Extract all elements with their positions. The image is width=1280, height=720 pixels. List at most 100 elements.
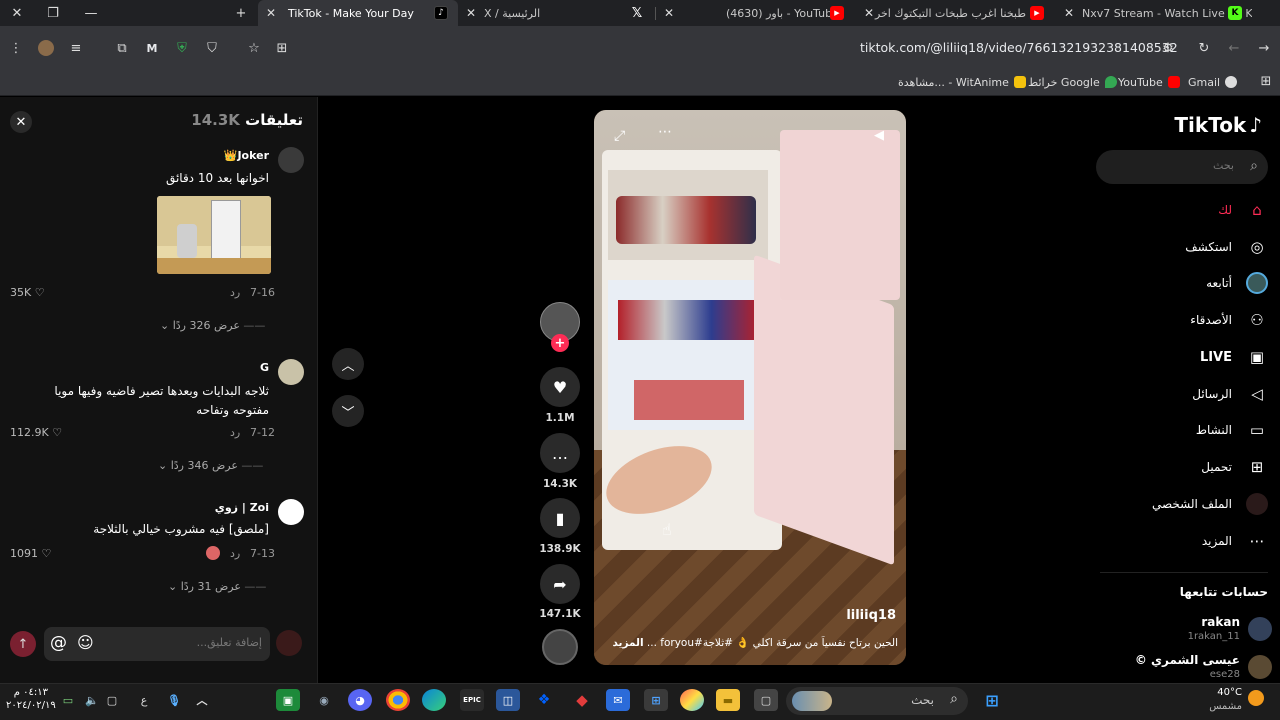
outlook-icon[interactable]: ◫ bbox=[496, 689, 520, 711]
avatar[interactable] bbox=[1248, 655, 1272, 679]
tray-chevron-icon[interactable]: ︿ bbox=[190, 689, 214, 711]
network-icon[interactable]: ▢ bbox=[100, 689, 124, 711]
extensions-icon[interactable]: ⧉ bbox=[112, 38, 132, 58]
comment-input-box[interactable]: @ ☺ إضافة تعليق... bbox=[44, 627, 270, 661]
comment-author[interactable]: Joker👑 bbox=[224, 149, 269, 162]
comment-like[interactable]: 112.9K ♡ bbox=[10, 426, 62, 439]
avatar[interactable] bbox=[1248, 617, 1272, 641]
tab-tiktok[interactable]: ✕ TikTok - Make Your Day ♪ bbox=[258, 0, 458, 26]
like-button[interactable]: ♥ bbox=[540, 367, 580, 407]
bookmark-witanime[interactable]: مشاهدة... - WitAnime bbox=[898, 73, 1026, 91]
app-diamond-icon[interactable]: ◆ bbox=[570, 689, 594, 711]
follow-plus-icon[interactable]: + bbox=[551, 334, 569, 352]
nav-messages[interactable]: ◁ الرسائل bbox=[1192, 382, 1268, 406]
next-video-button[interactable]: ﹀ bbox=[332, 395, 364, 427]
xbox-icon[interactable]: ▣ bbox=[276, 689, 300, 711]
nav-profile[interactable]: الملف الشخصي bbox=[1152, 492, 1268, 516]
post-comment-button[interactable]: ↑ bbox=[10, 631, 36, 657]
forward-icon[interactable]: → bbox=[1254, 38, 1274, 58]
close-tab-icon[interactable]: ✕ bbox=[466, 6, 476, 20]
reload-icon[interactable]: ↻ bbox=[1194, 38, 1214, 58]
nav-foryou[interactable]: ⌂ لك bbox=[1218, 198, 1268, 222]
microphone-icon[interactable]: 🎙 bbox=[162, 689, 186, 711]
epic-games-icon[interactable]: EPIC bbox=[460, 689, 484, 711]
language-indicator[interactable]: ع bbox=[132, 689, 156, 711]
task-view-icon[interactable]: ▢ bbox=[754, 689, 778, 711]
taskbar-search[interactable]: بحث ⌕ bbox=[786, 687, 968, 715]
playlist-icon[interactable]: ≡ bbox=[66, 38, 86, 58]
translate-icon[interactable]: ⊞ bbox=[272, 38, 292, 58]
tab-youtube-power[interactable]: ✕ (4630) باور - YouTube ▶ bbox=[656, 0, 854, 26]
close-window-icon[interactable]: ✕ bbox=[0, 0, 34, 26]
bookmark-gmail[interactable]: Gmail bbox=[1188, 73, 1238, 91]
nav-following[interactable]: أتابعه bbox=[1206, 271, 1268, 295]
sound-disc-icon[interactable] bbox=[542, 629, 578, 665]
file-explorer-icon[interactable]: ▬ bbox=[716, 689, 740, 711]
copilot-icon[interactable] bbox=[680, 689, 704, 711]
menu-dots-icon[interactable]: ⋮ bbox=[6, 38, 26, 58]
store-icon[interactable]: ⊞ bbox=[644, 689, 668, 711]
edge-icon[interactable] bbox=[422, 689, 446, 711]
weather-widget[interactable]: 40°C مشمس bbox=[1209, 686, 1242, 714]
comment-like[interactable]: 1091 ♡ bbox=[10, 547, 51, 560]
tab-youtube-cooking[interactable]: ✕ طبخنا اغرب طبخات التيكتوك اخر ▶ bbox=[856, 0, 1054, 26]
nav-friends[interactable]: ⚇ الأصدقاء bbox=[1190, 308, 1268, 332]
tab-x[interactable]: ✕ الرئيسية / X 𝕏 bbox=[458, 0, 654, 26]
mention-icon[interactable]: @ bbox=[50, 633, 67, 653]
mail-icon[interactable]: ✉ bbox=[606, 689, 630, 711]
windows-start-icon[interactable]: ⊞ bbox=[980, 689, 1004, 711]
profile-avatar-icon[interactable] bbox=[36, 38, 56, 58]
nav-more[interactable]: ⋯ المزيد bbox=[1202, 529, 1268, 553]
video-author[interactable]: liliiq18 bbox=[846, 608, 896, 623]
tab-kick[interactable]: ✕ Nxv7 Stream - Watch Live on K K bbox=[1056, 0, 1252, 26]
steam-icon[interactable]: ◉ bbox=[312, 689, 336, 711]
dropbox-icon[interactable]: ❖ bbox=[532, 689, 556, 711]
new-tab-icon[interactable]: + bbox=[224, 0, 258, 26]
caption-more-button[interactable]: المزيد bbox=[612, 637, 643, 649]
volume-icon[interactable]: ◀ bbox=[874, 128, 884, 143]
tiktok-logo[interactable]: TikTok ♪ bbox=[1174, 113, 1262, 137]
extension-m-icon[interactable]: M bbox=[142, 38, 162, 58]
nav-upload[interactable]: ⊞ تحميل bbox=[1201, 455, 1268, 479]
minimize-window-icon[interactable]: — bbox=[74, 0, 108, 26]
close-tab-icon[interactable]: ✕ bbox=[266, 6, 276, 20]
restore-window-icon[interactable]: ❐ bbox=[36, 0, 70, 26]
view-replies[interactable]: —— عرض 31 ردًا ⌄ bbox=[168, 580, 266, 593]
comments-button[interactable]: … bbox=[540, 433, 580, 473]
previous-video-button[interactable]: ︿ bbox=[332, 348, 364, 380]
shield-outline-icon[interactable]: ⛉ bbox=[202, 38, 222, 58]
reply-button[interactable]: رد bbox=[230, 547, 240, 560]
close-tab-icon[interactable]: ✕ bbox=[664, 6, 674, 20]
nav-live[interactable]: ▣ LIVE bbox=[1200, 345, 1268, 369]
reply-button[interactable]: رد bbox=[230, 426, 240, 439]
nav-explore[interactable]: ◎ استكشف bbox=[1185, 235, 1268, 259]
search-input[interactable]: ⌕ بحث bbox=[1096, 150, 1268, 184]
comment-author[interactable]: G bbox=[260, 361, 269, 374]
address-bar[interactable]: tiktok.com/@liliiq18/video/7661321932381… bbox=[860, 40, 1178, 55]
bookmark-youtube[interactable]: YouTube bbox=[1118, 73, 1180, 91]
reply-button[interactable]: رد bbox=[230, 286, 240, 299]
clock[interactable]: ٠٤:١٣ م ٢٠٢٤/٠٢/١٩ bbox=[6, 686, 56, 712]
search-icon[interactable]: ⌕ bbox=[1250, 158, 1258, 174]
close-comments-icon[interactable]: ✕ bbox=[10, 111, 32, 133]
comment-like[interactable]: 35K ♡ bbox=[10, 286, 45, 299]
following-name[interactable]: عيسى الشمري © bbox=[1135, 653, 1240, 667]
following-name[interactable]: rakan bbox=[1201, 615, 1240, 629]
bookmark-star-icon[interactable]: ☆ bbox=[244, 38, 264, 58]
view-replies[interactable]: —— عرض 346 ردًا ⌄ bbox=[158, 459, 263, 472]
emoji-icon[interactable]: ☺ bbox=[77, 633, 94, 652]
back-icon[interactable]: ← bbox=[1224, 38, 1244, 58]
avatar[interactable] bbox=[278, 359, 304, 385]
nav-activity[interactable]: ▭ النشاط bbox=[1196, 418, 1268, 442]
battery-icon[interactable]: ▭ bbox=[56, 689, 80, 711]
bookmark-maps[interactable]: خرائط Google bbox=[1028, 73, 1117, 91]
site-settings-icon[interactable]: ⚙ bbox=[1158, 38, 1178, 58]
close-tab-icon[interactable]: ✕ bbox=[864, 6, 874, 20]
save-button[interactable]: ▮ bbox=[540, 498, 580, 538]
shield-icon[interactable]: ⛨ bbox=[172, 38, 192, 58]
comment-sticker-image[interactable] bbox=[157, 196, 271, 274]
share-button[interactable]: ➦ bbox=[540, 564, 580, 604]
fullscreen-icon[interactable]: ⤢ bbox=[614, 128, 625, 144]
discord-icon[interactable]: ◕ bbox=[348, 689, 372, 711]
video-player[interactable]: ⤢ ⋯ ◀ liliiq18 الحين برتاح نفسياً من سرق… bbox=[594, 110, 906, 665]
